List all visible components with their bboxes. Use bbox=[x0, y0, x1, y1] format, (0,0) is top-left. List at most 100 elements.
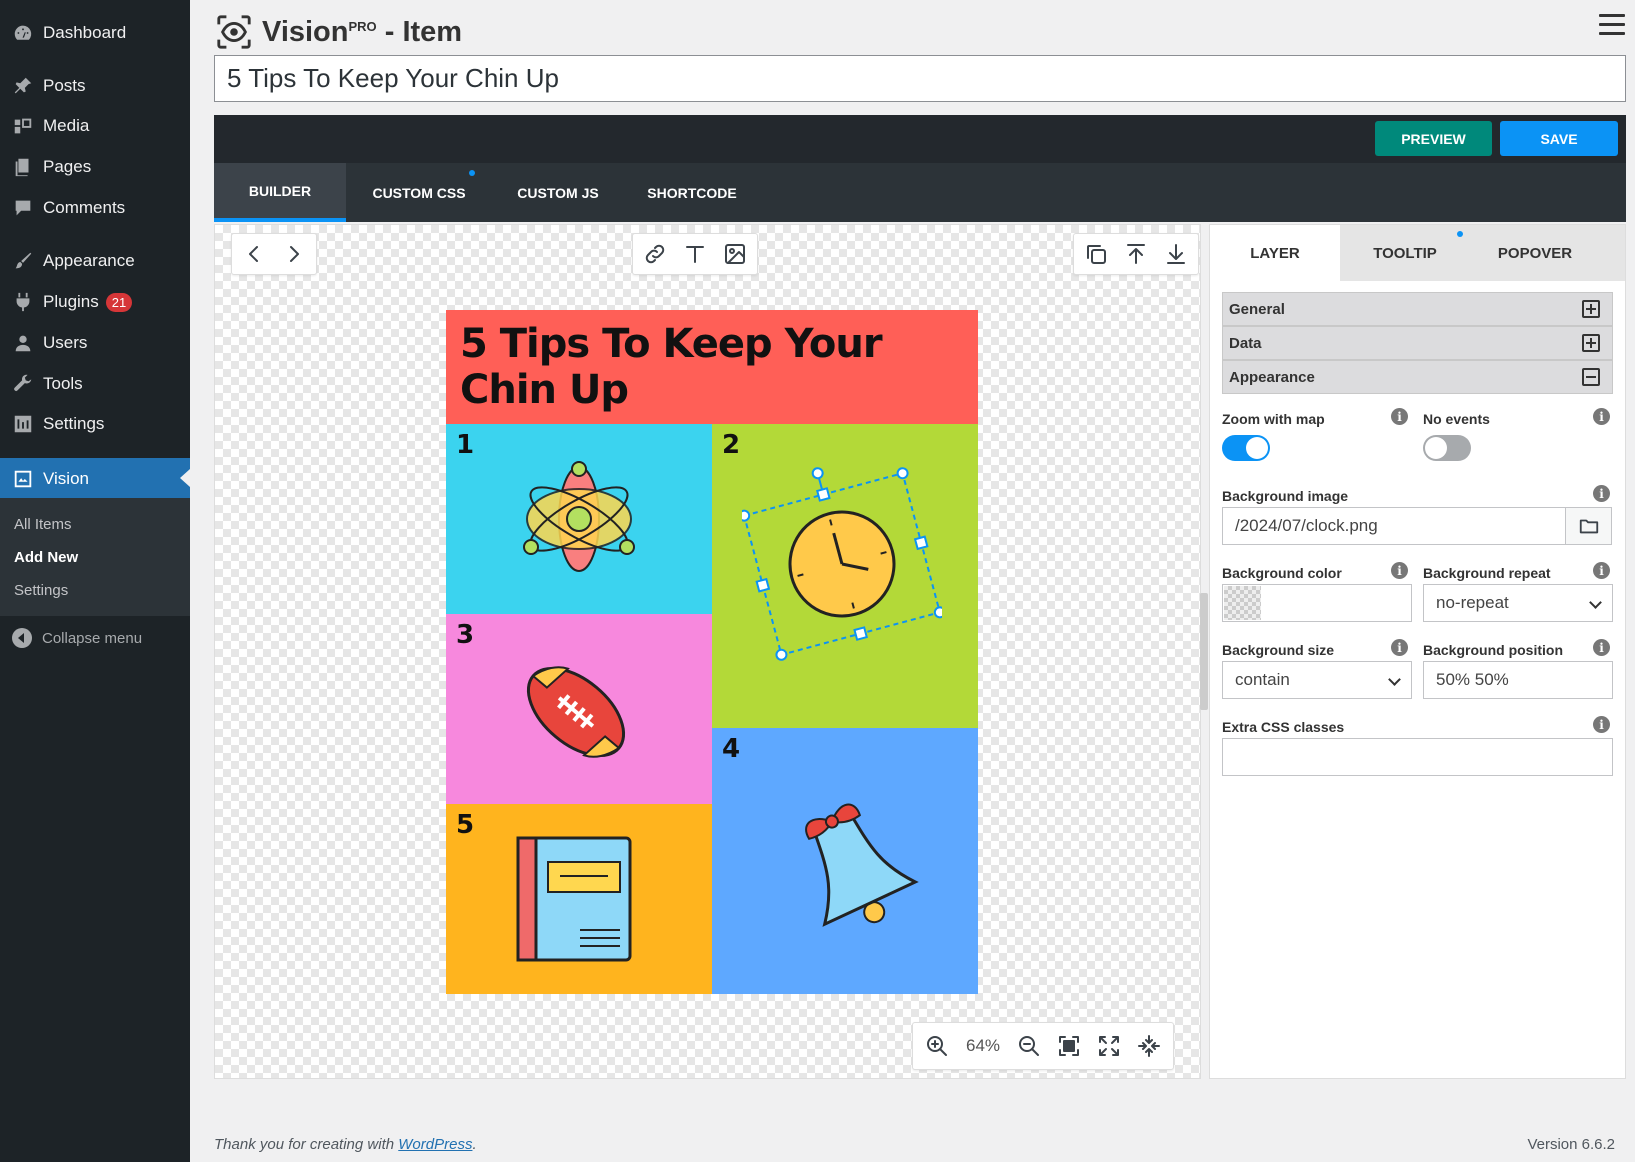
duplicate-button[interactable] bbox=[1076, 234, 1116, 274]
pin-icon bbox=[11, 74, 35, 98]
tab-builder[interactable]: BUILDER bbox=[214, 163, 346, 222]
cell-number: 3 bbox=[456, 620, 475, 650]
menu-item-posts[interactable]: Posts bbox=[0, 66, 190, 106]
zoom-out-button[interactable] bbox=[1009, 1026, 1049, 1066]
browse-image-button[interactable] bbox=[1565, 507, 1612, 545]
zoom-in-button[interactable] bbox=[917, 1026, 957, 1066]
brush-icon bbox=[11, 249, 35, 273]
wordpress-link[interactable]: WordPress bbox=[398, 1136, 472, 1153]
menu-item-comments[interactable]: Comments bbox=[0, 188, 190, 228]
wrench-icon bbox=[11, 372, 35, 396]
bg-size-label: Background size bbox=[1222, 642, 1335, 658]
submenu-all-items[interactable]: All Items bbox=[14, 516, 72, 533]
chevron-right-icon bbox=[290, 246, 299, 262]
menu-label: Settings bbox=[43, 414, 105, 433]
tab-layer[interactable]: LAYER bbox=[1210, 225, 1340, 281]
info-icon[interactable]: i bbox=[1391, 408, 1408, 425]
menu-item-tools[interactable]: Tools bbox=[0, 364, 190, 404]
cell-number: 5 bbox=[456, 810, 475, 840]
reset-view-button[interactable] bbox=[1129, 1026, 1169, 1066]
section-general[interactable]: General bbox=[1222, 292, 1613, 326]
menu-item-users[interactable]: Users bbox=[0, 323, 190, 363]
tab-tooltip[interactable]: TOOLTIP bbox=[1340, 225, 1470, 281]
save-button[interactable]: SAVE bbox=[1500, 121, 1618, 156]
menu-item-settings[interactable]: Settings bbox=[0, 404, 190, 444]
section-appearance[interactable]: Appearance bbox=[1222, 360, 1613, 394]
send-backward-button[interactable] bbox=[1156, 234, 1196, 274]
redo-button[interactable] bbox=[274, 234, 314, 274]
bg-size-select[interactable]: contain bbox=[1222, 661, 1412, 699]
menu-item-vision[interactable]: Vision bbox=[0, 458, 190, 500]
dashboard-icon bbox=[11, 21, 35, 45]
builder-canvas[interactable]: 5 Tips To Keep Your Chin Up 1 2 3 4 5 64… bbox=[214, 224, 1201, 1079]
add-text-button[interactable] bbox=[675, 234, 715, 274]
clock-layer-selected[interactable] bbox=[742, 464, 942, 664]
bg-size-value: contain bbox=[1235, 670, 1290, 689]
menu-item-appearance[interactable]: Appearance bbox=[0, 241, 190, 281]
tab-tooltip-dot bbox=[1457, 231, 1463, 237]
tab-popover[interactable]: POPOVER bbox=[1470, 225, 1600, 281]
submenu-settings[interactable]: Settings bbox=[14, 582, 68, 599]
submenu-add-new[interactable]: Add New bbox=[14, 549, 78, 566]
image-icon bbox=[725, 244, 745, 264]
expand-icon bbox=[1582, 334, 1600, 352]
bg-image-input[interactable]: /2024/07/clock.png bbox=[1222, 507, 1566, 545]
add-image-button[interactable] bbox=[715, 234, 755, 274]
zoom-with-map-toggle[interactable] bbox=[1222, 435, 1270, 461]
preview-button[interactable]: PREVIEW bbox=[1375, 121, 1492, 156]
cell-number: 4 bbox=[722, 734, 741, 764]
compress-icon bbox=[1138, 1035, 1160, 1057]
footer-version: Version 6.6.2 bbox=[1527, 1136, 1615, 1153]
info-icon[interactable]: i bbox=[1391, 562, 1408, 579]
undo-button[interactable] bbox=[234, 234, 274, 274]
football-icon bbox=[526, 666, 626, 758]
cell-number: 1 bbox=[456, 430, 475, 460]
info-icon[interactable]: i bbox=[1593, 562, 1610, 579]
fullscreen-button[interactable] bbox=[1089, 1026, 1129, 1066]
menu-label: Plugins bbox=[43, 292, 99, 311]
bg-position-input[interactable]: 50% 50% bbox=[1423, 661, 1613, 699]
panel-resize-handle[interactable] bbox=[1200, 593, 1208, 710]
tab-shortcode[interactable]: SHORTCODE bbox=[624, 163, 760, 222]
collapse-icon bbox=[1582, 368, 1600, 386]
collapse-menu-button[interactable]: Collapse menu bbox=[0, 626, 190, 650]
menu-item-plugins[interactable]: Plugins 21 bbox=[0, 282, 190, 322]
infographic-image[interactable]: 5 Tips To Keep Your Chin Up 1 2 3 4 5 bbox=[446, 310, 978, 994]
bg-position-label: Background position bbox=[1423, 642, 1563, 658]
collapse-arrow-icon bbox=[12, 628, 32, 648]
tab-custom-js[interactable]: CUSTOM JS bbox=[492, 163, 624, 222]
menu-label: Media bbox=[43, 116, 90, 135]
expand-icon bbox=[1099, 1036, 1119, 1056]
collapse-label: Collapse menu bbox=[42, 629, 143, 647]
plugin-icon bbox=[11, 290, 35, 314]
color-swatch[interactable] bbox=[1224, 586, 1261, 620]
hamburger-menu-icon[interactable] bbox=[1599, 14, 1625, 36]
add-link-button[interactable] bbox=[635, 234, 675, 274]
item-title-input[interactable] bbox=[214, 55, 1626, 102]
no-events-toggle[interactable] bbox=[1423, 435, 1471, 461]
bg-image-label: Background image bbox=[1222, 488, 1349, 504]
info-icon[interactable]: i bbox=[1593, 716, 1610, 733]
bg-repeat-select[interactable]: no-repeat bbox=[1423, 584, 1613, 622]
menu-label: Users bbox=[43, 333, 88, 352]
zoom-in-icon bbox=[927, 1036, 947, 1056]
menu-item-media[interactable]: Media bbox=[0, 106, 190, 146]
fit-screen-button[interactable] bbox=[1049, 1026, 1089, 1066]
layer-order-toolgroup bbox=[1073, 233, 1199, 275]
section-data[interactable]: Data bbox=[1222, 326, 1613, 360]
info-icon[interactable]: i bbox=[1391, 639, 1408, 656]
chevron-down-icon bbox=[1589, 596, 1602, 609]
info-icon[interactable]: i bbox=[1593, 485, 1610, 502]
infographic-cell-1: 1 bbox=[446, 424, 712, 614]
menu-item-pages[interactable]: Pages bbox=[0, 147, 190, 187]
info-icon[interactable]: i bbox=[1593, 639, 1610, 656]
bring-forward-button[interactable] bbox=[1116, 234, 1156, 274]
menu-item-dashboard[interactable]: Dashboard bbox=[0, 13, 190, 53]
info-icon[interactable]: i bbox=[1593, 408, 1610, 425]
infographic-cell-3: 3 bbox=[446, 614, 712, 804]
cell-number: 2 bbox=[722, 430, 741, 460]
infographic-cell-5: 5 bbox=[446, 804, 712, 994]
bg-repeat-value: no-repeat bbox=[1436, 593, 1509, 612]
extra-css-input[interactable] bbox=[1222, 738, 1613, 776]
bg-color-input[interactable] bbox=[1222, 584, 1412, 622]
